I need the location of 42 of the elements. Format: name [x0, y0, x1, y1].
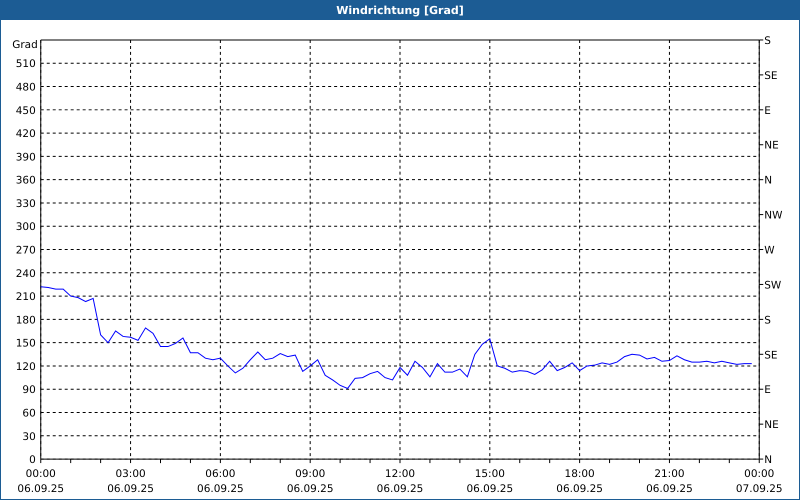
- tick-label: 60: [22, 408, 36, 420]
- tick-label: 240: [16, 268, 36, 280]
- tick-label: 0: [29, 454, 36, 466]
- tick-label: 510: [16, 58, 36, 70]
- tick-label: 270: [16, 244, 36, 257]
- tick-label: 18:00 06.09.25: [556, 468, 603, 496]
- tick-label: W: [764, 244, 775, 257]
- tick-label: S: [764, 314, 771, 326]
- tick-label: 180: [16, 314, 36, 326]
- tick-label: 390: [16, 151, 36, 164]
- tick-label: N: [764, 454, 772, 466]
- tick-label: 120: [16, 360, 36, 373]
- tick-label: 150: [16, 338, 36, 350]
- tick-label: SW: [764, 279, 782, 292]
- tick-label: 210: [16, 291, 36, 304]
- tick-label: N: [764, 174, 772, 187]
- tick-label: 15:00 06.09.25: [466, 468, 514, 496]
- tick-label: 09:00 06.09.25: [286, 468, 334, 496]
- tick-label: SE: [764, 70, 778, 82]
- tick-label: 12:00 06.09.25: [376, 468, 424, 496]
- tick-label: 06:00 06.09.25: [197, 468, 244, 496]
- tick-label: E: [764, 384, 771, 396]
- axis-label: Grad: [12, 38, 38, 51]
- tick-label: 21:00 06.09.25: [646, 468, 693, 496]
- tick-label: NW: [764, 210, 782, 222]
- tick-label: 03:00 06.09.25: [107, 468, 154, 496]
- tick-label: 30: [22, 430, 36, 443]
- tick-label: 330: [16, 198, 36, 210]
- tick-label: 450: [16, 104, 36, 117]
- tick-label: 00:00 06.09.25: [17, 468, 64, 496]
- tick-label: SE: [764, 349, 778, 362]
- tick-label: S: [764, 34, 771, 47]
- tick-label: 300: [16, 221, 36, 234]
- tick-label: NE: [764, 140, 779, 152]
- window-title: Windrichtung [Grad]: [336, 4, 464, 16]
- tick-label: NE: [764, 419, 779, 432]
- tick-label: 420: [16, 128, 36, 140]
- tick-label: 90: [22, 384, 36, 396]
- tick-label: 360: [16, 174, 36, 187]
- tick-label: 480: [16, 82, 36, 94]
- tick-label: E: [764, 104, 771, 117]
- tick-label: 00:00 07.09.25: [736, 468, 783, 496]
